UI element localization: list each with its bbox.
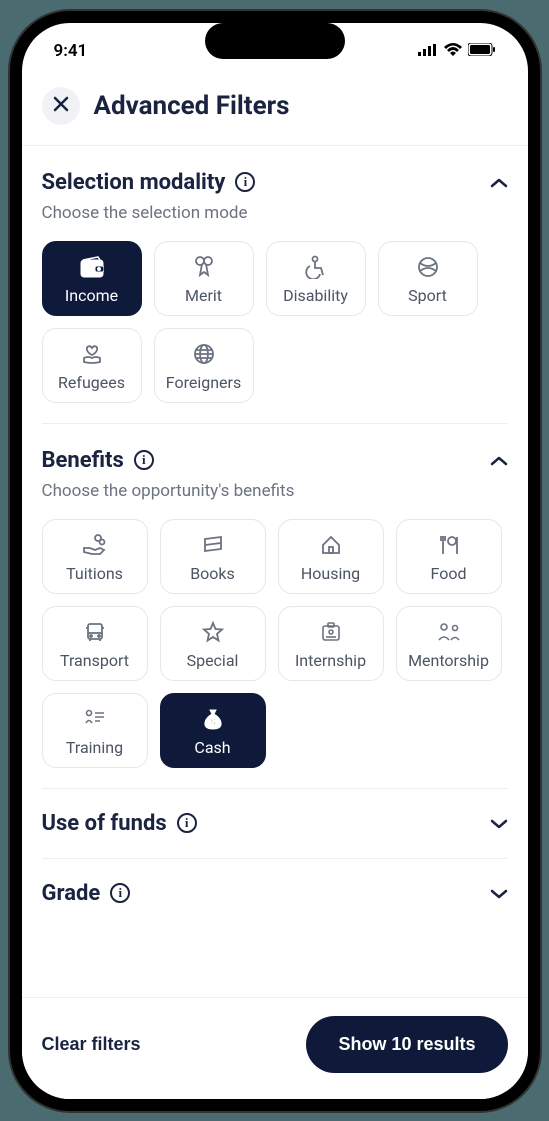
section-header[interactable]: Selection modality i <box>42 170 508 195</box>
section-title: Benefits <box>42 448 124 473</box>
books-icon <box>200 532 226 558</box>
chip-label: Sport <box>408 286 447 305</box>
chip-label: Housing <box>301 564 360 583</box>
chip-label: Internship <box>295 651 366 670</box>
content-scroll[interactable]: Selection modality i Choose the selectio… <box>22 146 528 997</box>
close-icon <box>53 96 69 116</box>
globe-icon <box>191 341 217 367</box>
info-icon[interactable]: i <box>235 172 255 192</box>
screen: 9:41 Advanced Filters Selection modality… <box>22 23 528 1099</box>
training-icon <box>82 706 108 732</box>
svg-text:$: $ <box>210 717 215 728</box>
chip-refugees[interactable]: Refugees <box>42 328 142 403</box>
chip-label: Disability <box>283 286 348 305</box>
chip-books[interactable]: Books <box>160 519 266 594</box>
chevron-down-icon[interactable] <box>490 814 508 833</box>
chip-label: Special <box>187 651 239 670</box>
benefits-chips: Tuitions Books Housing Food <box>42 519 508 768</box>
chip-label: Tuitions <box>66 564 123 583</box>
house-icon <box>318 532 344 558</box>
section-subtitle: Choose the opportunity's benefits <box>42 481 508 501</box>
page-title: Advanced Filters <box>94 91 290 121</box>
chip-label: Cash <box>194 738 230 757</box>
bus-icon <box>82 619 108 645</box>
chip-label: Refugees <box>58 373 125 392</box>
info-icon[interactable]: i <box>110 883 130 903</box>
selection-chips: Income Merit Disability Sport <box>42 241 508 403</box>
notch <box>205 23 345 59</box>
signal-icon <box>418 41 438 61</box>
section-header[interactable]: Benefits i <box>42 448 508 473</box>
section-title: Selection modality <box>42 170 226 195</box>
page-header: Advanced Filters <box>22 69 528 146</box>
chevron-up-icon[interactable] <box>490 173 508 192</box>
chip-income[interactable]: Income <box>42 241 142 316</box>
status-icons <box>418 41 496 61</box>
chip-internship[interactable]: Internship <box>278 606 384 681</box>
chip-label: Mentorship <box>408 651 489 670</box>
chip-food[interactable]: Food <box>396 519 502 594</box>
chevron-down-icon[interactable] <box>490 884 508 903</box>
footer: Clear filters Show 10 results <box>22 997 528 1099</box>
section-title: Use of funds <box>42 811 167 836</box>
cutlery-icon <box>436 532 462 558</box>
section-grade[interactable]: Grade i <box>42 859 508 912</box>
section-benefits: Benefits i Choose the opportunity's bene… <box>42 424 508 789</box>
wallet-icon <box>79 254 105 280</box>
clear-filters-button[interactable]: Clear filters <box>42 1034 141 1055</box>
section-title: Grade <box>42 881 101 906</box>
wifi-icon <box>444 41 462 61</box>
battery-icon <box>468 41 496 61</box>
chip-special[interactable]: Special <box>160 606 266 681</box>
chip-label: Merit <box>185 286 222 305</box>
chip-cash[interactable]: $ Cash <box>160 693 266 768</box>
medal-icon <box>191 254 217 280</box>
id-badge-icon <box>318 619 344 645</box>
section-subtitle: Choose the selection mode <box>42 203 508 223</box>
show-results-button[interactable]: Show 10 results <box>306 1016 507 1073</box>
chip-training[interactable]: Training <box>42 693 148 768</box>
hand-coins-icon <box>82 532 108 558</box>
chip-foreigners[interactable]: Foreigners <box>154 328 254 403</box>
chip-disability[interactable]: Disability <box>266 241 366 316</box>
chip-tuitions[interactable]: Tuitions <box>42 519 148 594</box>
wheelchair-icon <box>303 254 329 280</box>
people-icon <box>436 619 462 645</box>
chip-label: Training <box>66 738 123 757</box>
star-icon <box>200 619 226 645</box>
phone-frame: 9:41 Advanced Filters Selection modality… <box>10 11 540 1111</box>
ball-icon <box>415 254 441 280</box>
chip-housing[interactable]: Housing <box>278 519 384 594</box>
section-selection-modality: Selection modality i Choose the selectio… <box>42 146 508 424</box>
chip-label: Income <box>65 286 118 305</box>
status-time: 9:41 <box>54 41 88 61</box>
chip-transport[interactable]: Transport <box>42 606 148 681</box>
info-icon[interactable]: i <box>177 813 197 833</box>
chip-mentorship[interactable]: Mentorship <box>396 606 502 681</box>
chevron-up-icon[interactable] <box>490 451 508 470</box>
close-button[interactable] <box>42 87 80 125</box>
hands-heart-icon <box>79 341 105 367</box>
chip-label: Foreigners <box>166 373 241 392</box>
chip-label: Food <box>431 564 467 583</box>
chip-label: Books <box>190 564 235 583</box>
chip-sport[interactable]: Sport <box>378 241 478 316</box>
section-use-of-funds[interactable]: Use of funds i <box>42 789 508 859</box>
money-bag-icon: $ <box>200 706 226 732</box>
info-icon[interactable]: i <box>134 450 154 470</box>
chip-label: Transport <box>60 651 129 670</box>
chip-merit[interactable]: Merit <box>154 241 254 316</box>
